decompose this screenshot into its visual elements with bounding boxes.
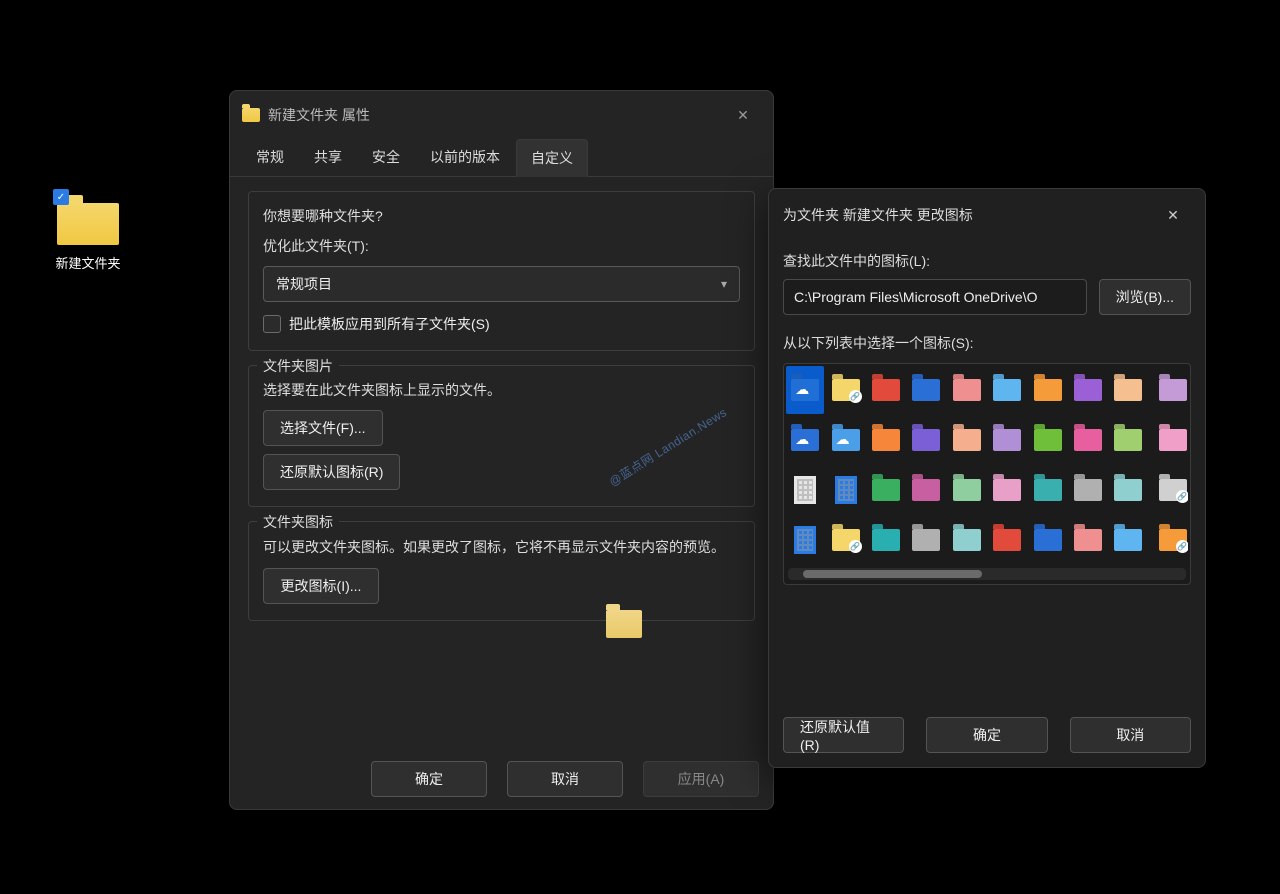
icon-option[interactable] (867, 516, 905, 564)
change-icon-button[interactable]: 更改图标(I)... (263, 568, 379, 604)
icon-option[interactable]: 🔗 (826, 366, 864, 414)
properties-footer: 确定 取消 应用(A) (371, 761, 759, 797)
icon-grid[interactable]: 🔗🔗🔗🔗 (786, 366, 1188, 564)
icon-option[interactable] (907, 516, 945, 564)
horizontal-scrollbar[interactable] (788, 568, 1186, 580)
tab-customize[interactable]: 自定义 (516, 139, 588, 177)
icon-option[interactable] (948, 466, 986, 514)
combo-value: 常规项目 (276, 274, 332, 294)
icon-option[interactable] (1028, 416, 1066, 464)
icon-option[interactable] (1069, 366, 1107, 414)
cancel-button[interactable]: 取消 (1070, 717, 1191, 753)
icon-option[interactable] (786, 416, 824, 464)
browse-button[interactable]: 浏览(B)... (1099, 279, 1191, 315)
icon-option[interactable] (988, 416, 1026, 464)
icon-option[interactable] (988, 466, 1026, 514)
icon-option[interactable] (1028, 466, 1066, 514)
folder-icon-group: 文件夹图标 可以更改文件夹图标。如果更改了图标，它将不再显示文件夹内容的预览。 … (248, 521, 755, 621)
restore-defaults-button[interactable]: 还原默认值(R) (783, 717, 904, 753)
folder-icon: ✓ (57, 195, 119, 245)
folder-type-group: 你想要哪种文件夹? 优化此文件夹(T): 常规项目 ▾ 把此模板应用到所有子文件… (248, 191, 755, 351)
icon-option[interactable] (907, 366, 945, 414)
close-button[interactable]: ✕ (725, 101, 761, 129)
tab-general[interactable]: 常规 (242, 139, 298, 176)
tab-customize-body: 你想要哪种文件夹? 优化此文件夹(T): 常规项目 ▾ 把此模板应用到所有子文件… (230, 177, 773, 649)
icon-option[interactable] (867, 366, 905, 414)
icon-option[interactable] (1109, 516, 1147, 564)
icon-option[interactable] (1069, 516, 1107, 564)
dialog-title: 新建文件夹 属性 (268, 105, 370, 125)
icon-option[interactable] (907, 416, 945, 464)
icon-option[interactable] (1028, 516, 1066, 564)
folder-picture-desc: 选择要在此文件夹图标上显示的文件。 (263, 380, 740, 400)
change-icon-footer: 还原默认值(R) 确定 取消 (783, 717, 1191, 753)
change-icon-dialog: 为文件夹 新建文件夹 更改图标 ✕ 查找此文件中的图标(L): C:\Progr… (768, 188, 1206, 768)
icon-option[interactable] (1150, 416, 1188, 464)
ok-button[interactable]: 确定 (926, 717, 1047, 753)
tabs: 常规 共享 安全 以前的版本 自定义 (230, 139, 773, 177)
icon-option[interactable] (948, 416, 986, 464)
path-label: 查找此文件中的图标(L): (783, 251, 1191, 271)
icon-option[interactable]: 🔗 (1150, 466, 1188, 514)
icon-option[interactable] (988, 366, 1026, 414)
icon-option[interactable] (1028, 366, 1066, 414)
icon-option[interactable] (1069, 466, 1107, 514)
icon-option[interactable] (826, 466, 864, 514)
choose-file-button[interactable]: 选择文件(F)... (263, 410, 383, 446)
folder-type-prompt: 你想要哪种文件夹? (263, 206, 740, 226)
close-button[interactable]: ✕ (1155, 201, 1191, 229)
folder-picture-title: 文件夹图片 (257, 356, 339, 376)
desktop-folder[interactable]: ✓ 新建文件夹 (48, 195, 128, 272)
path-input[interactable]: C:\Program Files\Microsoft OneDrive\O (783, 279, 1087, 315)
optimize-combo[interactable]: 常规项目 ▾ (263, 266, 740, 302)
apply-button[interactable]: 应用(A) (643, 761, 759, 797)
icon-option[interactable] (1109, 366, 1147, 414)
properties-dialog: 新建文件夹 属性 ✕ 常规 共享 安全 以前的版本 自定义 你想要哪种文件夹? … (229, 90, 774, 810)
folder-icon (242, 108, 260, 122)
tab-share[interactable]: 共享 (300, 139, 356, 176)
icon-option[interactable] (988, 516, 1026, 564)
icon-option[interactable] (1109, 466, 1147, 514)
dialog-titlebar[interactable]: 为文件夹 新建文件夹 更改图标 ✕ (769, 189, 1205, 241)
folder-icon-title: 文件夹图标 (257, 512, 339, 532)
chevron-down-icon: ▾ (721, 277, 727, 291)
icon-option[interactable] (948, 366, 986, 414)
folder-icon-desc: 可以更改文件夹图标。如果更改了图标，它将不再显示文件夹内容的预览。 (263, 536, 740, 558)
icon-option[interactable] (1069, 416, 1107, 464)
apply-subfolders-checkbox[interactable] (263, 315, 281, 333)
restore-default-picture-button[interactable]: 还原默认图标(R) (263, 454, 400, 490)
tab-previous-versions[interactable]: 以前的版本 (416, 139, 514, 176)
icon-option[interactable] (786, 516, 824, 564)
icon-option[interactable] (786, 466, 824, 514)
icon-option[interactable]: 🔗 (1150, 516, 1188, 564)
icon-option[interactable] (948, 516, 986, 564)
folder-picture-group: 文件夹图片 选择要在此文件夹图标上显示的文件。 选择文件(F)... 还原默认图… (248, 365, 755, 507)
icon-option[interactable] (1150, 366, 1188, 414)
dialog-titlebar[interactable]: 新建文件夹 属性 ✕ (230, 91, 773, 135)
desktop-folder-label: 新建文件夹 (48, 253, 128, 272)
icon-option[interactable] (1109, 416, 1147, 464)
icon-option[interactable]: 🔗 (826, 516, 864, 564)
checkmark-icon: ✓ (53, 189, 69, 205)
grid-label: 从以下列表中选择一个图标(S): (783, 333, 1191, 353)
apply-subfolders-label: 把此模板应用到所有子文件夹(S) (289, 314, 490, 334)
ok-button[interactable]: 确定 (371, 761, 487, 797)
icon-option[interactable] (867, 416, 905, 464)
cancel-button[interactable]: 取消 (507, 761, 623, 797)
icon-grid-container: 🔗🔗🔗🔗 (783, 363, 1191, 585)
icon-option[interactable] (867, 466, 905, 514)
optimize-label: 优化此文件夹(T): (263, 236, 740, 256)
icon-option[interactable] (826, 416, 864, 464)
icon-option[interactable] (786, 366, 824, 414)
dialog-title: 为文件夹 新建文件夹 更改图标 (783, 205, 973, 225)
tab-security[interactable]: 安全 (358, 139, 414, 176)
icon-option[interactable] (907, 466, 945, 514)
folder-preview-icon (606, 610, 642, 638)
